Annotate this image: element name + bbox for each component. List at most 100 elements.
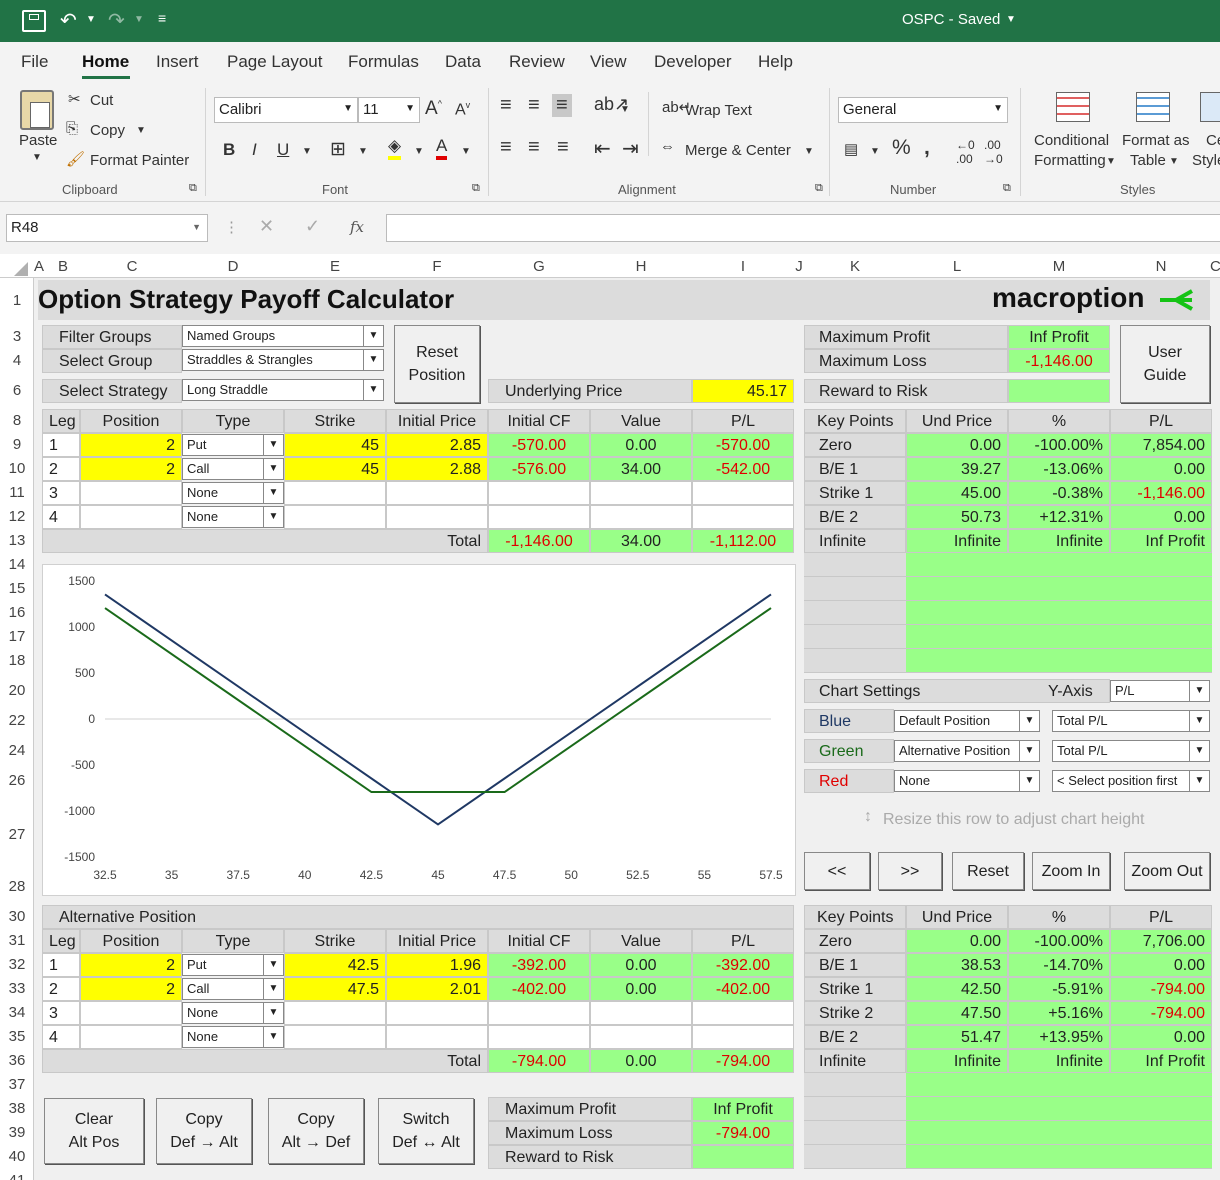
dropdown-arrow-icon[interactable]: ▼: [363, 380, 383, 400]
row-header[interactable]: 8: [0, 412, 34, 429]
title-dropdown-icon[interactable]: ▼: [1006, 14, 1016, 25]
col-header-j[interactable]: J: [794, 258, 804, 275]
dropdown-arrow-icon[interactable]: ▼: [1189, 741, 1209, 761]
leg-strike[interactable]: 45: [284, 457, 386, 481]
col-header-o[interactable]: C: [1210, 258, 1220, 275]
leg-position[interactable]: 2: [80, 457, 182, 481]
leg-position[interactable]: 2: [80, 953, 182, 977]
fill-color-dropdown-icon[interactable]: ▼: [414, 146, 424, 157]
leg-type-select[interactable]: Put ▼: [182, 434, 284, 456]
leg-type-select[interactable]: Call ▼: [182, 978, 284, 1000]
decrease-decimal-icon[interactable]: .00 →0: [984, 138, 1003, 166]
conditional-formatting-label[interactable]: Formatting: [1034, 152, 1106, 169]
underline-dropdown-icon[interactable]: ▼: [302, 146, 312, 157]
font-size-box[interactable]: 11 ▼: [358, 97, 420, 123]
dropdown-arrow-icon[interactable]: ▼: [1189, 681, 1209, 701]
zoom-out-button[interactable]: Zoom Out: [1124, 852, 1210, 890]
copy-button[interactable]: Copy: [90, 122, 125, 139]
row-header[interactable]: 28: [0, 878, 34, 895]
cond-dropdown-icon[interactable]: ▼: [1106, 156, 1116, 167]
select-all-corner[interactable]: [14, 262, 28, 276]
dropdown-arrow-icon[interactable]: ▼: [263, 435, 283, 455]
col-header-e[interactable]: E: [284, 258, 386, 275]
leg-type-select[interactable]: None ▼: [182, 482, 284, 504]
dropdown-arrow-icon[interactable]: ▼: [1019, 771, 1039, 791]
leg-initial-price[interactable]: [386, 1001, 488, 1025]
tab-review[interactable]: Review: [509, 52, 565, 72]
tab-data[interactable]: Data: [445, 52, 481, 72]
merge-center-icon[interactable]: ⇔: [660, 138, 675, 155]
format-as-table-button[interactable]: Format as: [1122, 132, 1190, 149]
row-header[interactable]: 15: [0, 580, 34, 597]
dropdown-arrow-icon[interactable]: ▼: [1019, 741, 1039, 761]
col-header-k[interactable]: K: [804, 258, 906, 275]
filter-groups-select[interactable]: Named Groups ▼: [182, 325, 384, 347]
payoff-chart[interactable]: 1500 1000 500 0 -500 -1000 -1500 32.5 35 37.5 40 42…: [42, 564, 796, 896]
leg-strike[interactable]: 45: [284, 433, 386, 457]
cell-styles-icon[interactable]: [1200, 92, 1220, 122]
row-header[interactable]: 26: [0, 772, 34, 789]
nav-next-button[interactable]: >>: [878, 852, 942, 890]
dropdown-arrow-icon[interactable]: ▼: [363, 326, 383, 346]
align-top-icon[interactable]: ≡: [500, 94, 512, 117]
tab-formulas[interactable]: Formulas: [348, 52, 419, 72]
document-title[interactable]: OSPC - Saved: [902, 11, 1000, 28]
decrease-font-icon[interactable]: Av: [455, 100, 470, 119]
dropdown-arrow-icon[interactable]: ▼: [263, 1003, 283, 1023]
row-header[interactable]: 35: [0, 1028, 34, 1045]
reset-position-button[interactable]: Reset Position: [394, 325, 480, 403]
cancel-icon[interactable]: ✕: [259, 216, 274, 237]
align-bottom-icon[interactable]: ≡: [552, 94, 572, 117]
increase-font-icon[interactable]: A^: [425, 98, 442, 120]
comma-icon[interactable]: ,: [924, 136, 930, 160]
number-format-box[interactable]: General ▼: [838, 97, 1008, 123]
dropdown-arrow-icon[interactable]: ▼: [1019, 711, 1039, 731]
col-header-a[interactable]: A: [34, 258, 44, 275]
col-header-d[interactable]: D: [182, 258, 284, 275]
row-header[interactable]: 24: [0, 742, 34, 759]
paste-icon[interactable]: [20, 90, 54, 130]
select-group-select[interactable]: Straddles & Strangles ▼: [182, 349, 384, 371]
col-header-i[interactable]: I: [692, 258, 794, 275]
dropdown-arrow-icon[interactable]: ▼: [1189, 711, 1209, 731]
row-header[interactable]: 39: [0, 1124, 34, 1141]
blue-position-select[interactable]: Default Position ▼: [894, 710, 1040, 732]
row-header[interactable]: 32: [0, 956, 34, 973]
row-header[interactable]: 31: [0, 932, 34, 949]
insert-function-icon[interactable]: fx: [350, 218, 364, 236]
enter-icon[interactable]: ✓: [305, 216, 320, 237]
redo-icon[interactable]: ↷: [108, 8, 125, 33]
col-header-g[interactable]: G: [488, 258, 590, 275]
leg-position[interactable]: 2: [80, 977, 182, 1001]
row-header[interactable]: 36: [0, 1052, 34, 1069]
dropdown-arrow-icon[interactable]: ▼: [263, 459, 283, 479]
row-header[interactable]: 34: [0, 1004, 34, 1021]
italic-icon[interactable]: I: [252, 140, 257, 160]
decrease-indent-icon[interactable]: ⇤: [594, 136, 611, 161]
leg-type-select[interactable]: Put ▼: [182, 954, 284, 976]
accounting-dropdown-icon[interactable]: ▼: [870, 146, 880, 157]
number-format-dropdown-icon[interactable]: ▼: [993, 103, 1003, 114]
leg-type-select[interactable]: None ▼: [182, 1002, 284, 1024]
row-header[interactable]: 14: [0, 556, 34, 573]
row-header[interactable]: 10: [0, 460, 34, 477]
row-header[interactable]: 1: [0, 292, 34, 309]
select-strategy-select[interactable]: Long Straddle ▼: [182, 379, 384, 401]
formula-input[interactable]: [386, 214, 1220, 242]
copy-alt-to-def-button[interactable]: Copy Alt → Def: [268, 1098, 364, 1164]
copy-dropdown-icon[interactable]: ▼: [136, 125, 146, 136]
blue-value-select[interactable]: Total P/L ▼: [1052, 710, 1210, 732]
switch-def-alt-button[interactable]: Switch Def ↔ Alt: [378, 1098, 474, 1164]
col-header-l[interactable]: L: [906, 258, 1008, 275]
format-painter-button[interactable]: Format Painter: [90, 152, 189, 169]
row-header[interactable]: 38: [0, 1100, 34, 1117]
format-painter-icon[interactable]: 🖌: [66, 150, 85, 168]
copy-icon[interactable]: ⎘: [66, 120, 78, 137]
font-color-dropdown-icon[interactable]: ▼: [461, 146, 471, 157]
align-middle-icon[interactable]: ≡: [528, 94, 540, 117]
leg-strike[interactable]: 47.5: [284, 977, 386, 1001]
paste-button[interactable]: Paste: [19, 132, 57, 149]
align-left-icon[interactable]: ≡: [500, 136, 512, 159]
yaxis-select[interactable]: P/L ▼: [1110, 680, 1210, 702]
percent-icon[interactable]: %: [892, 136, 911, 160]
